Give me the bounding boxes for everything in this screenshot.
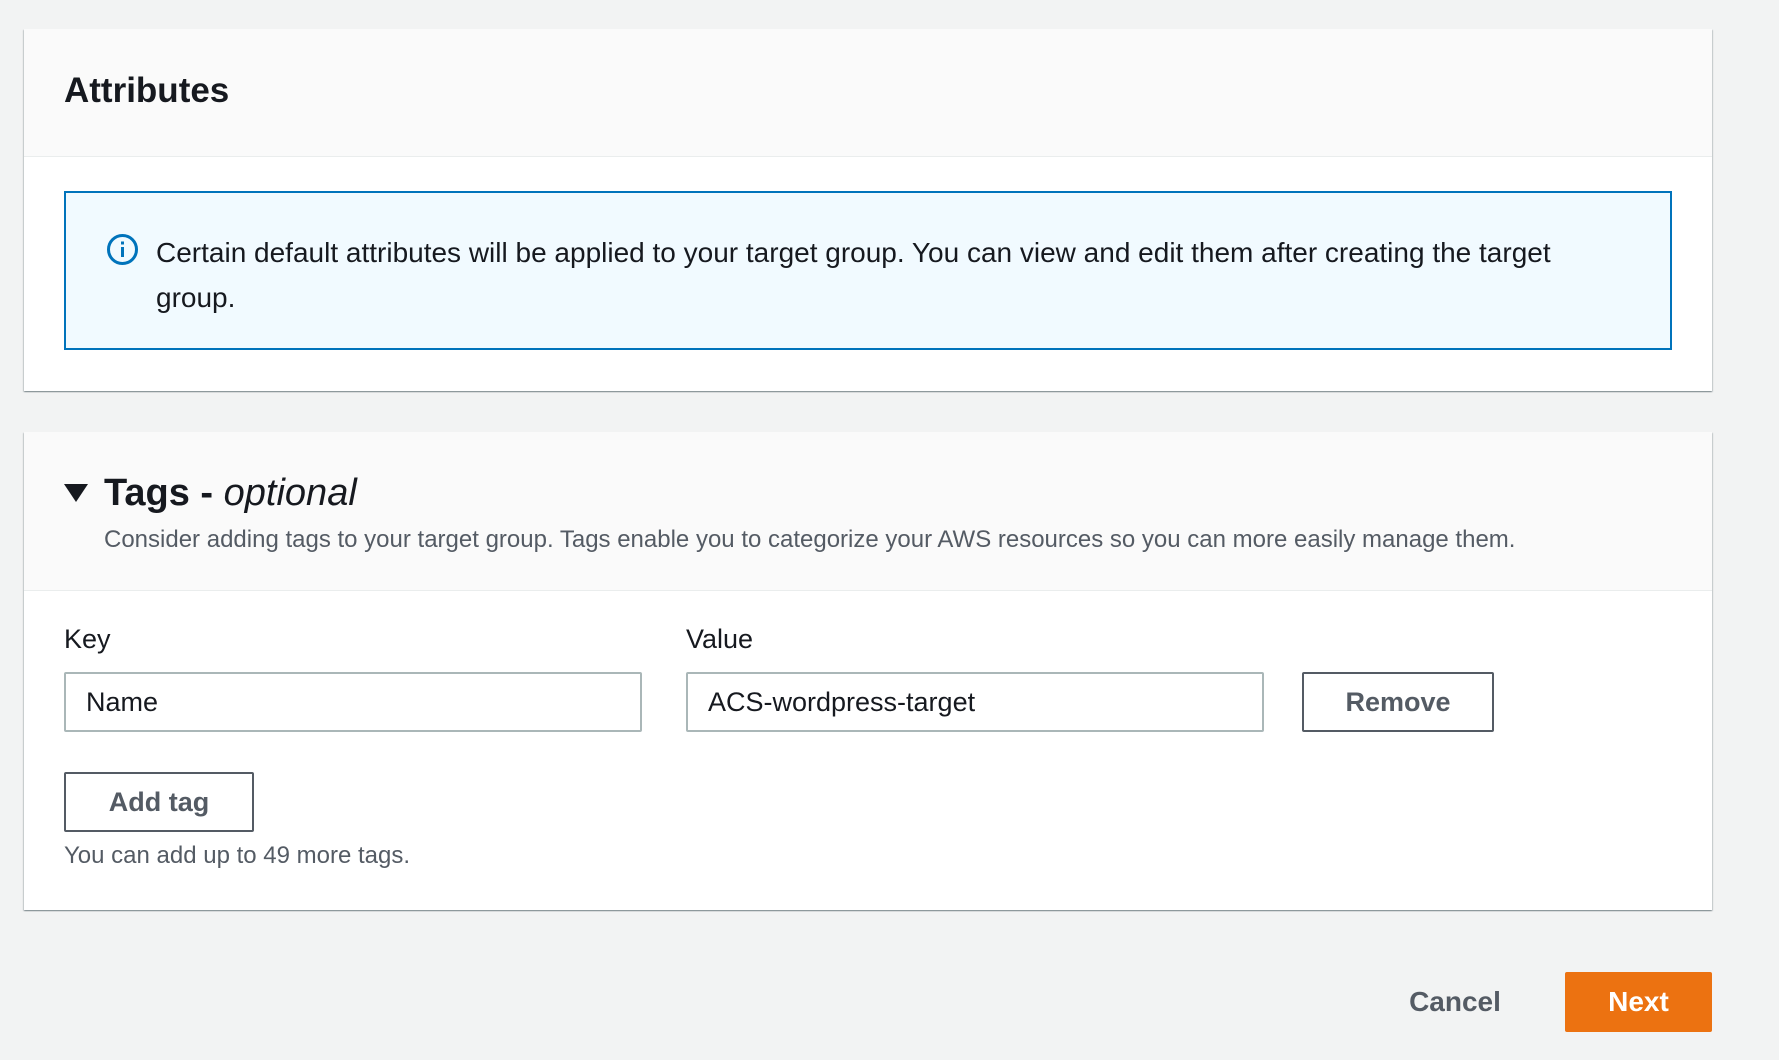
value-label: Value bbox=[686, 624, 754, 654]
tags-description: Consider adding tags to your target grou… bbox=[104, 526, 1516, 553]
tags-limit-hint: You can add up to 49 more tags. bbox=[64, 842, 411, 869]
remove-tag-button[interactable]: Remove bbox=[1302, 672, 1494, 732]
attributes-panel: Attributes Certain default attributes wi… bbox=[24, 29, 1712, 391]
tag-key-input[interactable]: Name bbox=[64, 672, 642, 732]
tags-panel: Tags - optional Consider adding tags to … bbox=[24, 432, 1712, 910]
cancel-button[interactable]: Cancel bbox=[1380, 972, 1530, 1032]
tags-title-optional: optional bbox=[223, 471, 357, 514]
attributes-header: Attributes bbox=[24, 29, 1712, 157]
tags-title-main: Tags - bbox=[104, 471, 214, 514]
key-label: Key bbox=[64, 624, 111, 654]
tags-toggle[interactable]: Tags - optional bbox=[64, 468, 1672, 518]
tags-title: Tags - optional bbox=[104, 472, 357, 515]
page: Attributes Certain default attributes wi… bbox=[0, 0, 1779, 1060]
tag-value-input[interactable]: ACS-wordpress-target bbox=[686, 672, 1264, 732]
tags-header: Tags - optional Consider adding tags to … bbox=[24, 432, 1712, 591]
next-button[interactable]: Next bbox=[1565, 972, 1712, 1032]
caret-down-icon[interactable] bbox=[64, 473, 98, 513]
info-alert-text: Certain default attributes will be appli… bbox=[156, 237, 1551, 313]
info-circle-icon bbox=[106, 233, 139, 266]
info-alert: Certain default attributes will be appli… bbox=[64, 191, 1672, 350]
attributes-title: Attributes bbox=[64, 71, 230, 110]
add-tag-button[interactable]: Add tag bbox=[64, 772, 254, 832]
